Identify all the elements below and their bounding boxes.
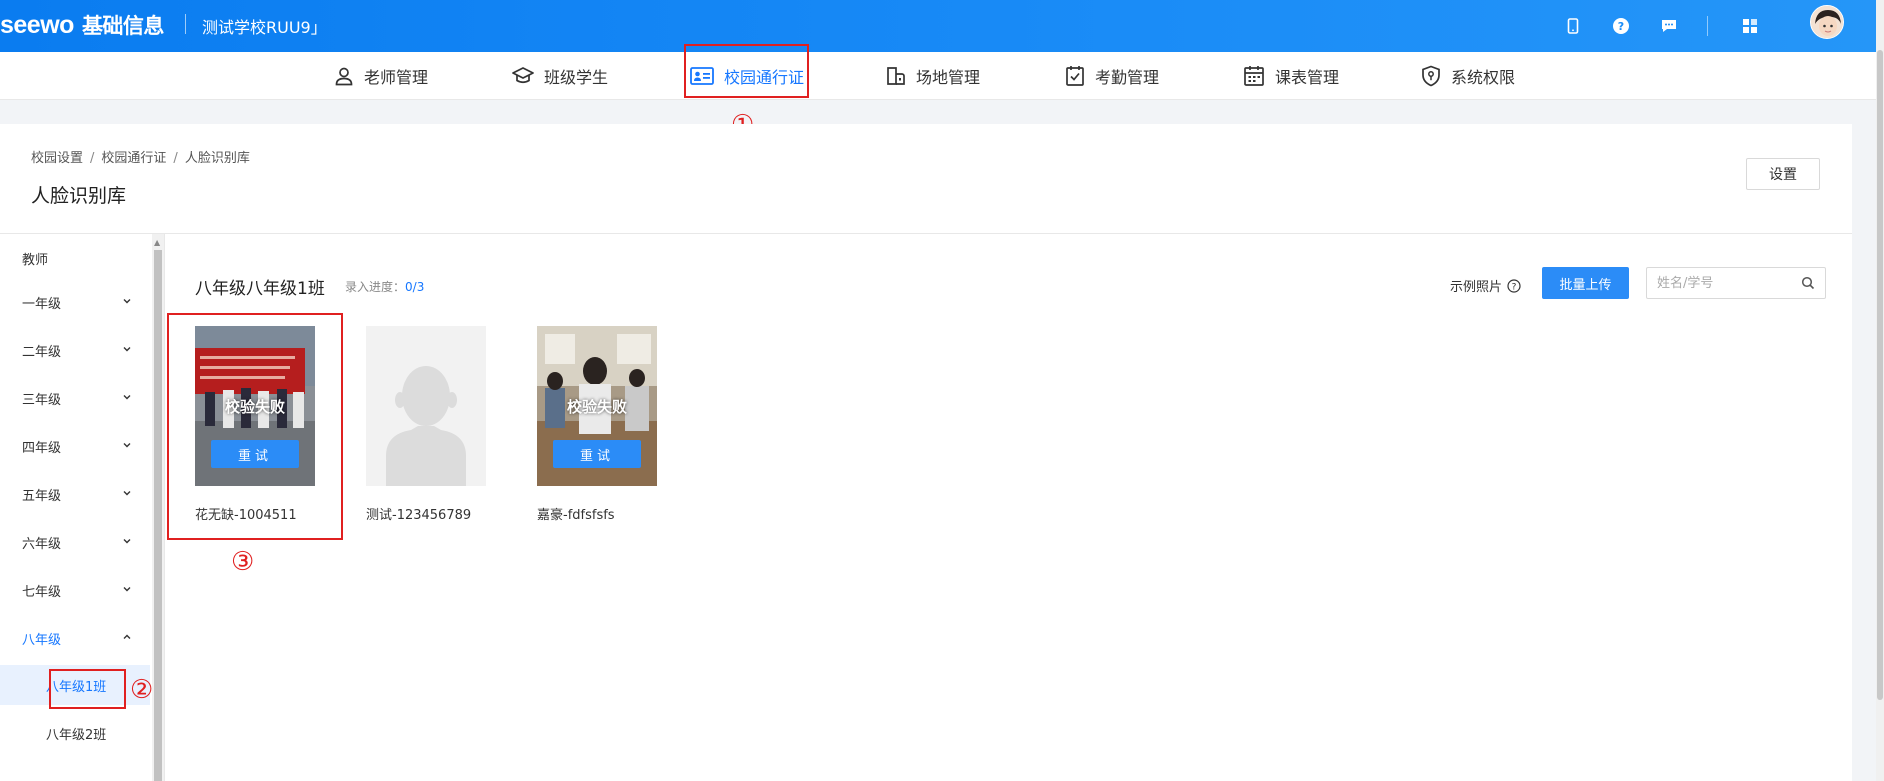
chevron-down-icon [123,443,131,448]
apps-grid-icon[interactable] [1736,12,1764,40]
top-icons: ? [1539,12,1824,40]
sidebar-item-grade-2[interactable]: 二年级 [0,326,150,374]
sidebar-item-grade-6[interactable]: 六年级 [0,518,150,566]
student-card[interactable]: 校验失败 重试 嘉豪-fdfsfsfs [537,326,657,523]
nav-class-students[interactable]: 班级学生 [512,52,608,100]
logo: seewo 基础信息 [0,11,164,39]
student-photo: 校验失败 重试 [537,326,657,486]
divider [164,234,165,781]
retry-button[interactable]: 重试 [553,440,641,468]
building-icon [887,67,905,85]
breadcrumb: 校园设置 / 校园通行证 / 人脸识别库 [31,151,250,166]
breadcrumb-face-library: 人脸识别库 [184,151,250,166]
sidebar-item-grade-7[interactable]: 七年级 [0,566,150,614]
message-icon[interactable] [1655,12,1683,40]
avatar[interactable] [1810,5,1844,39]
sample-photo-link[interactable]: 示例照片 ? [1450,276,1521,295]
search-icon[interactable] [1801,276,1815,290]
shield-icon [1422,65,1440,87]
annotation-box-1 [684,44,809,98]
sidebar-scrollbar[interactable]: ▲ [152,234,164,781]
sidebar-item-grade-4[interactable]: 四年级 [0,422,150,470]
verify-failed-label: 校验失败 [566,398,627,416]
class-title: 八年级八年级1班 [195,279,325,299]
top-bar: seewo 基础信息 测试学校RUU9」 ? [0,0,1884,52]
main-nav: 老师管理 班级学生 校园通行证 场地管理 考勤管理 课表管理 系统权限 [0,52,1876,100]
student-name: 测试-123456789 [366,508,472,523]
sidebar-item-grade-8[interactable]: 八年级 [0,614,150,662]
nav-teacher-management[interactable]: 老师管理 [334,52,428,100]
svg-text:?: ? [1512,282,1517,292]
page-scrollbar[interactable] [1876,0,1884,781]
help-circle-icon: ? [1507,278,1521,293]
sidebar-item-grade-3[interactable]: 三年级 [0,374,150,422]
user-icon [335,67,353,86]
breadcrumb-campus-settings[interactable]: 校园设置 [31,151,83,166]
annotation-number-3: ③ [231,547,255,577]
student-card[interactable]: 测试-123456789 [366,326,486,523]
nav-venue-management[interactable]: 场地管理 [886,52,980,100]
avatar-placeholder [366,326,486,486]
batch-upload-button[interactable]: 批量上传 [1542,267,1629,299]
chevron-down-icon [123,539,131,544]
nav-system-permissions[interactable]: 系统权限 [1421,52,1515,100]
chevron-down-icon [123,491,131,496]
divider [0,233,1852,234]
search-box [1646,267,1826,299]
sidebar-item-grade-5[interactable]: 五年级 [0,470,150,518]
annotation-number-2: ② [130,675,154,705]
calendar-icon [1244,66,1264,86]
chevron-up-icon [123,634,131,639]
graduation-cap-icon [512,67,534,84]
sidebar-item-class-8-2[interactable]: 八年级2班 [0,713,150,753]
chevron-down-icon [123,299,131,304]
nav-attendance-management[interactable]: 考勤管理 [1065,52,1159,100]
help-icon[interactable]: ? [1607,12,1635,40]
sidebar-item-grade-1[interactable]: 一年级 [0,278,150,326]
page-title: 人脸识别库 [31,185,127,207]
chevron-down-icon [123,587,131,592]
divider [1707,16,1708,36]
nav-schedule-management[interactable]: 课表管理 [1243,52,1339,100]
divider [185,14,186,34]
breadcrumb-campus-pass[interactable]: 校园通行证 [101,151,166,166]
annotation-box-3 [167,313,343,540]
annotation-box-2 [49,669,126,709]
svg-text:?: ? [1618,20,1624,33]
chevron-down-icon [123,347,131,352]
chevron-down-icon [123,395,131,400]
settings-button[interactable]: 设置 [1746,158,1820,190]
search-input[interactable] [1657,268,1797,298]
school-name[interactable]: 测试学校RUU9」 [202,14,327,38]
mobile-icon[interactable] [1559,12,1587,40]
entry-progress: 录入进度：0/3 [345,280,425,294]
student-name: 嘉豪-fdfsfsfs [537,508,615,523]
clipboard-check-icon [1066,66,1084,86]
sidebar-item-teacher[interactable]: 教师 [0,234,150,282]
